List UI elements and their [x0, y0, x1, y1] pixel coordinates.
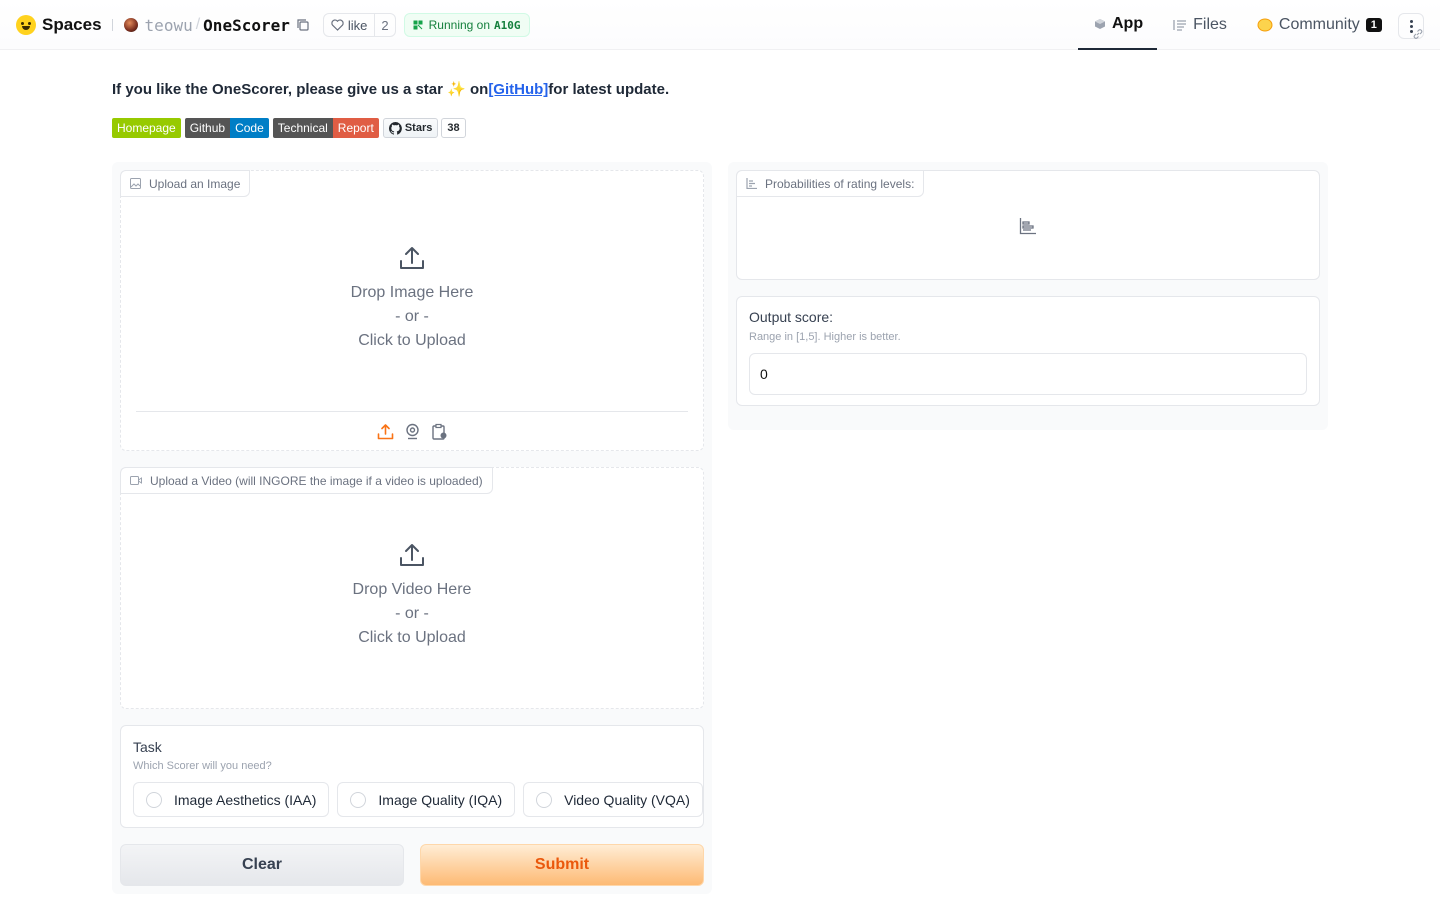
like-count[interactable]: 2 [374, 14, 394, 36]
image-or-text: - or - [395, 308, 429, 325]
radio-label: Image Aesthetics (IAA) [174, 791, 317, 808]
submit-button[interactable]: Submit [420, 844, 704, 886]
spaces-link[interactable]: Spaces [42, 15, 102, 35]
homepage-badge[interactable]: Homepage [112, 118, 181, 138]
github-icon [388, 121, 402, 135]
tab-community[interactable]: Community 1 [1241, 0, 1396, 50]
technical-report-badge[interactable]: Technical Report [272, 118, 379, 138]
upload-icon [400, 544, 424, 566]
report-badge-left: Technical [272, 118, 333, 138]
tab-app[interactable]: App [1078, 0, 1158, 50]
like-button[interactable]: like 2 [322, 13, 396, 37]
webcam-icon[interactable] [404, 423, 421, 440]
probabilities-label: Probabilities of rating levels: [736, 170, 925, 197]
tab-community-label: Community [1278, 16, 1360, 33]
intro-before: If you like the OneScorer, please give u… [112, 81, 489, 98]
running-status-badge[interactable]: Running on A10G [403, 13, 530, 37]
upload-source-icon[interactable] [377, 423, 394, 440]
running-icon [413, 20, 423, 30]
image-dropzone[interactable]: Drop Image Here - or - Click to Upload [121, 245, 703, 353]
tab-files[interactable]: Files [1157, 0, 1241, 50]
report-badge-right: Report [332, 118, 379, 138]
files-icon [1173, 20, 1187, 31]
probabilities-panel: Probabilities of rating levels: [736, 170, 1320, 280]
upload-icon [400, 247, 424, 269]
github-stars-button[interactable]: Stars [382, 118, 439, 138]
output-score-panel: Output score: Range in [1,5]. Higher is … [736, 296, 1320, 406]
video-block-label: Upload a Video (will INGORE the image if… [120, 467, 493, 494]
video-or-text: - or - [395, 605, 429, 622]
video-icon [130, 476, 142, 485]
task-radio-group: Task Which Scorer will you need? Image A… [120, 725, 704, 828]
stars-count[interactable]: 38 [441, 118, 466, 138]
probabilities-label-text: Probabilities of rating levels: [765, 176, 915, 191]
clipboard-icon[interactable] [431, 423, 448, 440]
radio-video-quality[interactable]: Video Quality (VQA) [523, 782, 703, 817]
image-upload-area[interactable]: Upload an Image Drop Image Here - or - C… [120, 170, 704, 451]
owner-link[interactable]: teowu [145, 16, 193, 35]
input-column: Upload an Image Drop Image Here - or - C… [112, 162, 712, 894]
hugging-face-logo-icon[interactable] [16, 15, 36, 35]
github-badge-left: Github [184, 118, 231, 138]
video-drop-text: Drop Video Here [352, 581, 472, 598]
image-icon [130, 178, 141, 189]
link-icon[interactable] [1412, 28, 1424, 40]
radio-circle-icon[interactable] [146, 791, 162, 808]
github-link[interactable]: [GitHub] [488, 81, 548, 98]
copy-icon[interactable] [296, 18, 310, 32]
radio-label: Video Quality (VQA) [564, 791, 690, 808]
radio-label: Image Quality (IQA) [378, 791, 503, 808]
tab-files-label: Files [1193, 16, 1227, 33]
like-label: like [347, 17, 368, 33]
output-score-info: Range in [1,5]. Higher is better. [749, 331, 901, 343]
output-column: Probabilities of rating levels: Output s… [728, 162, 1328, 430]
stars-label: Stars [404, 122, 433, 134]
image-label-text: Upload an Image [149, 176, 241, 191]
output-score-field[interactable]: 0 [749, 353, 1307, 395]
image-block-label: Upload an Image [120, 170, 251, 197]
image-click-text: Click to Upload [358, 332, 466, 349]
tab-app-label: App [1112, 15, 1144, 32]
radio-circle-icon[interactable] [350, 791, 367, 808]
output-score-label: Output score: [749, 309, 834, 325]
empty-chart-icon [1019, 218, 1036, 235]
task-label: Task [133, 739, 162, 755]
intro-text: If you like the OneScorer, please give u… [112, 80, 669, 98]
image-source-selector [136, 411, 688, 451]
community-icon [1257, 18, 1273, 32]
hardware-label: A10G [494, 18, 521, 32]
bar-chart-icon [746, 178, 757, 189]
top-navigation-bar: Spaces teowu / OneScorer like 2 Running … [0, 0, 1440, 50]
community-count-badge: 1 [1365, 18, 1382, 32]
task-info: Which Scorer will you need? [133, 760, 272, 772]
badge-row: Homepage Github Code Technical Report St… [112, 118, 466, 138]
radio-circle-icon[interactable] [536, 791, 553, 808]
cube-icon [1095, 19, 1105, 29]
github-code-badge[interactable]: Github Code [184, 118, 269, 138]
github-badge-right: Code [230, 118, 269, 138]
owner-avatar[interactable] [123, 18, 138, 32]
homepage-badge-label: Homepage [112, 118, 181, 138]
radio-image-quality[interactable]: Image Quality (IQA) [337, 782, 516, 817]
path-separator: / [195, 16, 201, 33]
heart-icon [331, 19, 344, 31]
video-dropzone[interactable]: Drop Video Here - or - Click to Upload [121, 542, 703, 650]
clear-button[interactable]: Clear [120, 844, 404, 886]
image-drop-text: Drop Image Here [350, 284, 474, 301]
space-tabs: App Files Community 1 [1078, 0, 1396, 50]
divider [111, 19, 113, 31]
intro-after: for latest update. [548, 81, 670, 98]
video-label-text: Upload a Video (will INGORE the image if… [150, 473, 483, 488]
radio-image-aesthetics[interactable]: Image Aesthetics (IAA) [133, 782, 330, 817]
video-click-text: Click to Upload [358, 629, 466, 646]
video-upload-area[interactable]: Upload a Video (will INGORE the image if… [120, 467, 704, 709]
running-label: Running on [428, 18, 491, 32]
repo-name-link[interactable]: OneScorer [203, 16, 290, 35]
